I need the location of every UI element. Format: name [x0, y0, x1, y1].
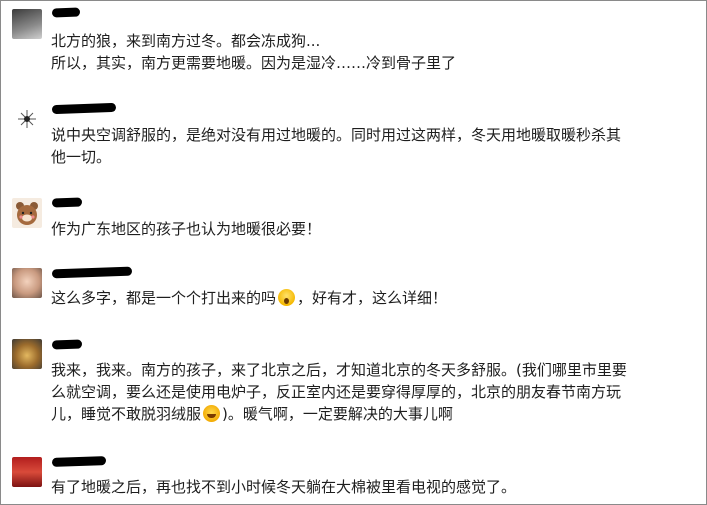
- name-redaction: [51, 456, 107, 467]
- name-redaction: [51, 7, 81, 18]
- comment-line: 这么多字，都是一个个打出来的吗 ，好有才，这么详细！: [51, 287, 691, 309]
- comment-text: 作为广东地区的孩子也认为地暖很必要！: [51, 218, 691, 240]
- name-redaction: [51, 197, 83, 208]
- bear-icon: [16, 202, 38, 225]
- sweat-smile-emoji-icon: [203, 405, 221, 422]
- comment-line: 作为广东地区的孩子也认为地暖很必要！: [51, 220, 322, 238]
- avatar[interactable]: [12, 9, 42, 39]
- comment-line: 说中央空调舒服的，是绝对没有用过地暖的。同时用过这两样，冬天用地暖取暖秒杀其: [51, 126, 622, 144]
- comment-text: 说中央空调舒服的，是绝对没有用过地暖的。同时用过这两样，冬天用地暖取暖秒杀其 他…: [51, 124, 691, 168]
- comment-text: 我来，我来。南方的孩子，来了北京之后，才知道北京的冬天多舒服。(我们哪里市里要 …: [51, 359, 691, 425]
- avatar[interactable]: [12, 198, 42, 228]
- name-redaction: [51, 339, 83, 350]
- comment-line: 所以，其实，南方更需要地暖。因为是湿冷……冷到骨子里了: [51, 54, 457, 72]
- comment-line: 我来，我来。南方的孩子，来了北京之后，才知道北京的冬天多舒服。(我们哪里市里要: [51, 361, 627, 379]
- avatar[interactable]: [12, 457, 42, 487]
- comment-line: 有了地暖之后，再也找不到小时候冬天躺在大棉被里看电视的感觉了。: [51, 478, 517, 496]
- comment-line: 么就空调，要么还是使用电炉子，反正室内还是要穿得厚厚的，北京的朋友春节南方玩: [51, 383, 622, 401]
- comment-text: 这么多字，都是一个个打出来的吗 ，好有才，这么详细！: [51, 287, 691, 309]
- avatar[interactable]: [12, 268, 42, 298]
- comment-fragment: 这么多字，都是一个个打出来的吗: [51, 289, 277, 307]
- comment-fragment: 儿，睡觉不敢脱羽绒服: [51, 405, 202, 423]
- comment-fragment: )。暖气啊，一定要解决的大事儿啊: [222, 405, 453, 423]
- scream-emoji-icon: [278, 289, 296, 306]
- avatar[interactable]: [12, 104, 42, 134]
- comment-line: 他一切。: [51, 148, 112, 166]
- comment-text: 有了地暖之后，再也找不到小时候冬天躺在大棉被里看电视的感觉了。: [51, 476, 691, 498]
- comment-line: 儿，睡觉不敢脱羽绒服 )。暖气啊，一定要解决的大事儿啊: [51, 403, 691, 425]
- comment-text: 北方的狼，来到南方过冬。都会冻成狗... 所以，其实，南方更需要地暖。因为是湿冷…: [51, 30, 691, 74]
- comment-fragment: ，好有才，这么详细！: [297, 289, 448, 307]
- sparkle-icon: [18, 110, 36, 128]
- avatar[interactable]: [12, 339, 42, 369]
- screenshot-frame: [0, 0, 707, 505]
- comment-line: 北方的狼，来到南方过冬。都会冻成狗...: [51, 32, 321, 50]
